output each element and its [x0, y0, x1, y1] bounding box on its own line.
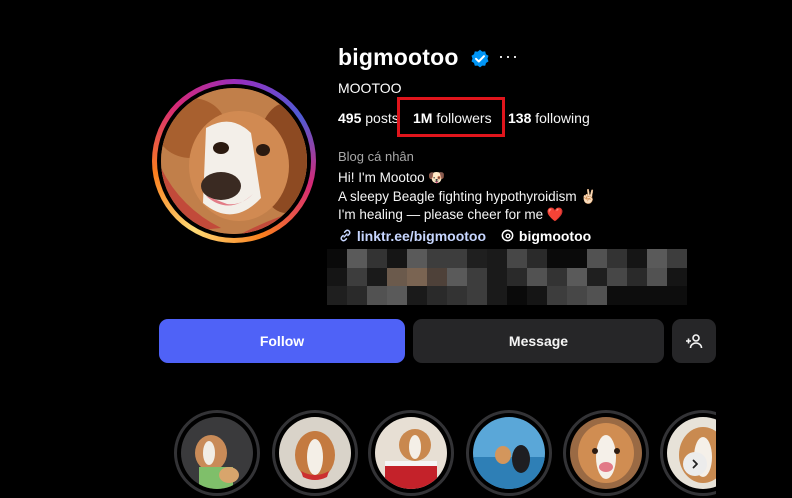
- followers-highlight-annotation: [397, 97, 505, 137]
- highlights-edge-mask: [716, 400, 792, 498]
- following-number: 138: [508, 110, 532, 126]
- posts-number: 495: [338, 110, 362, 126]
- chevron-right-icon: [692, 459, 698, 469]
- pixelated-redacted-area: [327, 249, 687, 305]
- story-highlight[interactable]: [466, 410, 552, 496]
- story-highlight[interactable]: [368, 410, 454, 496]
- story-highlight[interactable]: [563, 410, 649, 496]
- verified-badge-icon: [470, 49, 490, 69]
- avatar[interactable]: [161, 88, 307, 234]
- suggested-accounts-button[interactable]: [672, 319, 716, 363]
- bio-line-2: A sleepy Beagle fighting hypothyroidism …: [338, 189, 598, 204]
- posts-label: posts: [365, 110, 399, 126]
- highlights-next-button[interactable]: [683, 452, 707, 476]
- threads-icon: [501, 229, 514, 242]
- threads-link[interactable]: bigmootoo: [500, 228, 591, 244]
- story-highlight[interactable]: [272, 410, 358, 496]
- following-count[interactable]: 138 following: [508, 110, 590, 126]
- bio-line-1: Hi! I'm Mootoo 🐶: [338, 170, 446, 185]
- following-label: following: [535, 110, 590, 126]
- story-highlight[interactable]: [174, 410, 260, 496]
- dog-avatar-image: [161, 88, 307, 234]
- profile-full-name: MOOTOO: [338, 80, 402, 96]
- threads-handle: bigmootoo: [518, 228, 592, 244]
- external-link[interactable]: linktr.ee/bigmootoo: [338, 228, 486, 244]
- link-icon: [340, 229, 351, 242]
- follow-button[interactable]: Follow: [159, 319, 405, 363]
- more-options-icon[interactable]: ···: [498, 46, 519, 67]
- posts-count: 495 posts: [338, 110, 399, 126]
- add-person-icon: [686, 334, 703, 349]
- profile-category: Blog cá nhân: [338, 149, 414, 164]
- message-button[interactable]: Message: [413, 319, 664, 363]
- profile-username: bigmootoo: [338, 44, 459, 70]
- external-link-text: linktr.ee/bigmootoo: [356, 228, 487, 244]
- bio-line-3: I'm healing — please cheer for me ❤️: [338, 207, 564, 222]
